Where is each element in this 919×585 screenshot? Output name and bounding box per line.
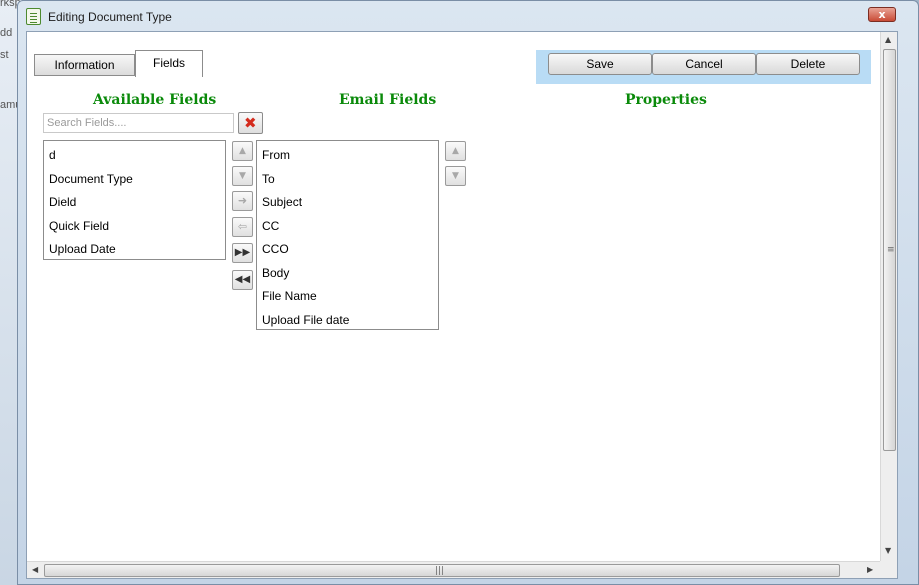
horizontal-scroll-thumb[interactable]: ||| [44, 564, 840, 577]
list-item[interactable]: Dield [44, 191, 225, 215]
list-item[interactable]: Quick Field [44, 215, 225, 239]
double-arrow-right-icon: ▶▶ [234, 247, 251, 258]
available-fields-title: Available Fields [93, 92, 217, 108]
delete-button[interactable]: Delete [756, 53, 860, 75]
window-title: Editing Document Type [48, 10, 172, 24]
list-item[interactable]: Document Type [44, 168, 225, 192]
close-red-x-icon: ✖ [244, 114, 257, 132]
list-item[interactable]: CC [257, 215, 438, 239]
scroll-down-arrow-icon[interactable]: ▼ [885, 546, 891, 555]
arrow-down-icon: ▼ [239, 171, 246, 181]
scroll-left-arrow-icon[interactable]: ◀ [32, 565, 38, 574]
list-item[interactable]: CCO [257, 238, 438, 262]
email-fields-title: Email Fields [339, 92, 437, 108]
double-arrow-left-icon: ◀◀ [234, 274, 251, 285]
arrow-right-icon: ➜ [237, 194, 248, 207]
search-fields-input[interactable] [43, 113, 234, 133]
arrow-left-icon: ⇦ [237, 220, 248, 233]
grip-icon: ||| [435, 566, 445, 576]
tab-information[interactable]: Information [34, 54, 135, 76]
arrow-down-icon: ▼ [452, 171, 459, 181]
email-move-up-button[interactable]: ▲ [445, 141, 466, 161]
move-down-button[interactable]: ▼ [232, 166, 253, 186]
scrollbar-corner [880, 561, 897, 578]
available-fields-list[interactable]: d Document Type Dield Quick Field Upload… [43, 140, 226, 260]
scroll-up-arrow-icon[interactable]: ▲ [885, 35, 891, 44]
dialog-window: Editing Document Type x Information Fiel… [17, 0, 919, 585]
move-up-button[interactable]: ▲ [232, 141, 253, 161]
background-text: dd [0, 27, 13, 39]
vertical-scrollbar[interactable]: ▲ ≡ ▼ [880, 32, 897, 563]
title-bar[interactable]: Editing Document Type x [18, 1, 918, 31]
list-item[interactable]: File Name [257, 285, 438, 309]
action-toolbar: Save Cancel Delete [536, 50, 871, 84]
background-text: st [0, 49, 9, 61]
remove-field-button[interactable]: ⇦ [232, 217, 253, 237]
list-item[interactable]: Body [257, 262, 438, 286]
arrow-up-icon: ▲ [452, 146, 459, 156]
properties-title: Properties [625, 92, 707, 108]
arrow-up-icon: ▲ [239, 146, 246, 156]
dialog-content: Information Fields Save Cancel Delete Av… [26, 31, 898, 579]
cancel-button[interactable]: Cancel [652, 53, 756, 75]
scroll-right-arrow-icon[interactable]: ▶ [867, 565, 873, 574]
add-all-fields-button[interactable]: ▶▶ [232, 243, 253, 263]
save-button[interactable]: Save [548, 53, 652, 75]
horizontal-scrollbar[interactable]: ◀ ||| ▶ [27, 561, 881, 578]
list-item[interactable]: To [257, 168, 438, 192]
add-field-button[interactable]: ➜ [232, 191, 253, 211]
grip-icon: ≡ [887, 245, 895, 255]
list-item[interactable]: From [257, 144, 438, 168]
vertical-scroll-thumb[interactable]: ≡ [883, 49, 896, 451]
tab-fields[interactable]: Fields [135, 50, 203, 77]
email-fields-list[interactable]: From To Subject CC CCO Body File Name Up… [256, 140, 439, 330]
list-item[interactable]: Upload Date [44, 238, 225, 262]
document-icon [26, 8, 41, 25]
clear-search-button[interactable]: ✖ [238, 112, 263, 134]
list-item[interactable]: Upload File date [257, 309, 438, 333]
list-item[interactable]: Subject [257, 191, 438, 215]
email-move-down-button[interactable]: ▼ [445, 166, 466, 186]
window-close-button[interactable]: x [868, 7, 896, 22]
list-item[interactable]: d [44, 144, 225, 168]
remove-all-fields-button[interactable]: ◀◀ [232, 270, 253, 290]
